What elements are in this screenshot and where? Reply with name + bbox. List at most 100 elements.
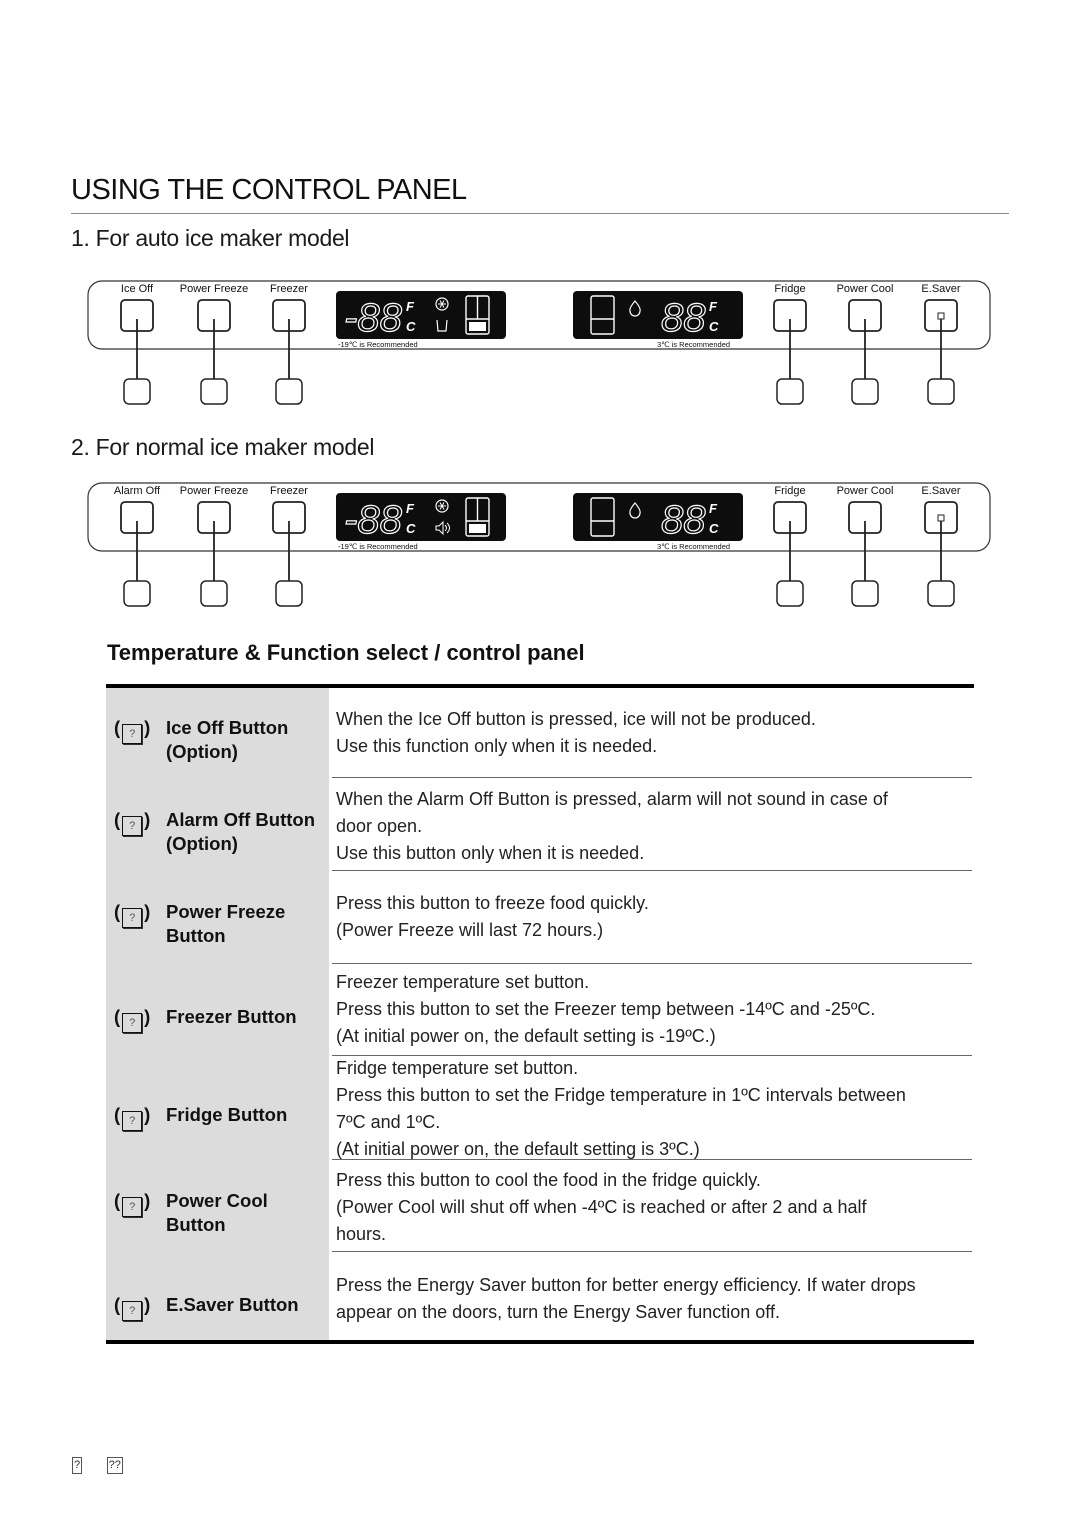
panel-button-freezer[interactable] [272, 299, 306, 405]
freezer-recommended-note: -19℃ is Recommended [338, 542, 418, 551]
temperature-digits: 88 [661, 296, 706, 340]
panel-button-label: Ice Off [120, 283, 154, 295]
temperature-digits: -88 [344, 296, 403, 340]
unit-celsius: C [406, 319, 416, 334]
panel-button-label: Alarm Off [113, 485, 161, 497]
button-icon: ? [122, 1111, 143, 1131]
row-description: Press this button to freeze food quickly… [336, 890, 649, 944]
callout-box [927, 580, 955, 607]
subtitle-normal-ice-maker: 2. For normal ice maker model [71, 434, 375, 460]
control-panel-auto-ice-maker: -88 F C 88 F C Ice Off Power Freeze Freezer Fridg… [86, 278, 992, 428]
callout-box [200, 378, 228, 405]
panel-button-label: Freezer [270, 283, 308, 295]
panel-button-label: E.Saver [921, 485, 961, 497]
fridge-display: 88 FC [573, 291, 743, 341]
row-description: When the Alarm Off Button is pressed, al… [336, 786, 888, 867]
button-icon-ref: (?) [114, 900, 162, 928]
callout-box [275, 378, 303, 405]
row-label-sub: Button [166, 925, 226, 946]
button-icon: ? [122, 724, 143, 744]
callout-box [123, 580, 151, 607]
panel-button-label: Freezer [270, 485, 308, 497]
description-line: (Power Cool will shut off when -4ºC is r… [336, 1197, 867, 1217]
freezer-display: -88 FC [336, 493, 506, 543]
description-line: hours. [336, 1224, 387, 1244]
button-icon: ? [122, 1013, 143, 1033]
description-line: (Power Freeze will last 72 hours.) [336, 920, 604, 940]
title-divider [71, 213, 1009, 214]
button-icon-ref: (?) [114, 1005, 162, 1033]
row-label-name: Ice Off Button [166, 717, 289, 738]
fridge-recommended-note: 3℃ is Recommended [657, 542, 731, 551]
row-label-name: Alarm Off Button [166, 809, 316, 830]
button-icon-ref: (?) [114, 1189, 162, 1217]
fridge-display: 88 FC [573, 493, 743, 543]
description-line: When the Ice Off button is pressed, ice … [336, 709, 816, 729]
panel-button-ice-off[interactable] [120, 299, 154, 405]
footer-glyph: ? [72, 1457, 83, 1474]
unit-celsius: C [709, 521, 719, 536]
panel-button-power-freeze[interactable] [197, 501, 231, 607]
panel-button-label: Power Cool [836, 485, 894, 497]
callout-box [275, 580, 303, 607]
row-divider [332, 963, 972, 964]
panel-button-freezer[interactable] [272, 501, 306, 607]
row-label: (?) Power Freeze Button [114, 900, 285, 946]
description-line: Use this function only when it is needed… [336, 736, 658, 756]
button-icon: ? [122, 816, 143, 836]
unit-fahrenheit: F [709, 501, 718, 516]
description-line: Use this button only when it is needed. [336, 843, 645, 863]
panel-button-power-freeze[interactable] [197, 299, 231, 405]
description-line: door open. [336, 816, 423, 836]
panel-button-label: Power Freeze [179, 485, 249, 497]
panel-drawing: -88 FC 88 FC [87, 280, 991, 405]
freezer-display: -88 FC [336, 291, 506, 341]
panel-button-power-cool[interactable] [848, 501, 882, 607]
description-line: Fridge temperature set button. [336, 1058, 579, 1078]
button-icon: ? [122, 1197, 143, 1217]
row-description: Press the Energy Saver button for better… [336, 1272, 916, 1326]
control-panel-normal-ice-maker: -88 F C 88 F C Alarm Off Power Freeze Freezer Fri… [86, 480, 992, 630]
row-description: Press this button to cool the food in th… [336, 1167, 867, 1248]
panel-button-fridge[interactable] [773, 501, 807, 607]
row-label: (?) E.Saver Button [114, 1293, 299, 1321]
description-line: Press the Energy Saver button for better… [336, 1275, 916, 1295]
unit-fahrenheit: F [406, 501, 415, 516]
description-line: Press this button to cool the food in th… [336, 1170, 761, 1190]
row-description: Fridge temperature set button. Press this… [336, 1055, 906, 1163]
description-line: appear on the doors, turn the Energy Sav… [336, 1302, 780, 1322]
description-line: (At initial power on, the default settin… [336, 1026, 716, 1046]
row-label-sub: (Option) [166, 833, 238, 854]
row-description: When the Ice Off button is pressed, ice … [336, 706, 816, 760]
panel-drawing: -88 FC 88 FC [87, 482, 991, 607]
callout-box [123, 378, 151, 405]
callout-box [200, 580, 228, 607]
panel-button-fridge[interactable] [773, 299, 807, 405]
table-bottom-rule [106, 1340, 974, 1344]
description-line: Press this button to freeze food quickly… [336, 893, 649, 913]
row-label-name: Freezer Button [166, 1006, 297, 1027]
panel-button-alarm-off[interactable] [120, 501, 154, 607]
panel-button-e-saver[interactable] [924, 299, 958, 405]
panel-button-e-saver[interactable] [924, 501, 958, 607]
panel-button-label: E.Saver [921, 283, 961, 295]
temperature-digits: 88 [661, 498, 706, 542]
panel-button-power-cool[interactable] [848, 299, 882, 405]
page-footer: ? ?? [72, 1455, 143, 1474]
section-title: Temperature & Function select / control … [107, 640, 585, 665]
panel-button-label: Power Cool [836, 283, 894, 295]
row-label-name: E.Saver Button [166, 1294, 299, 1315]
row-label-name: Fridge Button [166, 1104, 288, 1125]
row-label-sub: Button [166, 1214, 226, 1235]
callout-box [851, 580, 879, 607]
row-divider [332, 777, 972, 778]
callout-box [776, 378, 804, 405]
unit-celsius: C [406, 521, 416, 536]
row-label: (?) Freezer Button [114, 1005, 297, 1033]
description-line: 7ºC and 1ºC. [336, 1112, 441, 1132]
row-label-name: Power Freeze [166, 901, 286, 922]
footer-page-number: ?? [106, 1457, 123, 1474]
button-icon-ref: (?) [114, 1103, 162, 1131]
callout-box [851, 378, 879, 405]
temperature-digits: -88 [344, 498, 403, 542]
